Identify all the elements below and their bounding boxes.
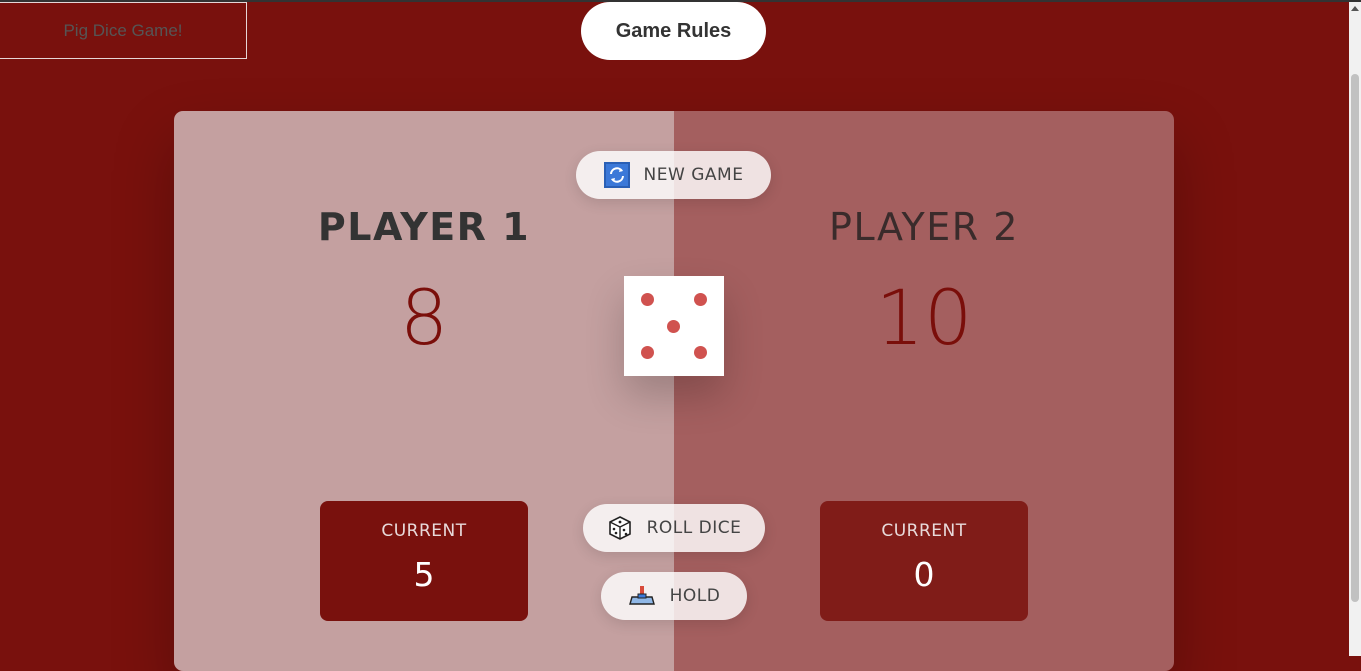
dice-dot [667,320,680,333]
scrollbar-thumb[interactable] [1351,74,1359,602]
player-2-current-score: 0 [913,555,935,594]
refresh-icon [603,162,630,188]
dice-dot [694,346,707,359]
hold-label: HOLD [669,586,721,606]
scroll-up-icon[interactable] [1351,6,1359,11]
player-1-current-label: CURRENT [381,521,467,541]
player-2-score: 10 [875,273,973,362]
player-1-current-score: 5 [413,555,435,594]
new-game-label: NEW GAME [643,165,744,185]
game-board: PLAYER 1 8 CURRENT 5 PLAYER 2 10 CURRENT… [174,111,1174,671]
new-game-button[interactable]: NEW GAME [576,151,771,199]
dice-dot [694,293,707,306]
roll-dice-button[interactable]: ROLL DICE [583,504,765,552]
hold-button[interactable]: HOLD [601,572,747,620]
player-1-score: 8 [399,273,449,362]
player-2-name: PLAYER 2 [829,205,1019,249]
game-rules-button[interactable]: Game Rules [581,2,766,60]
roll-dice-label: ROLL DICE [646,518,742,538]
dice-icon [607,515,633,541]
vertical-scrollbar[interactable] [1349,2,1361,656]
player-1-name: PLAYER 1 [317,205,531,249]
dice-dot [641,346,654,359]
dice [624,276,724,376]
player-2-current-box: CURRENT 0 [820,501,1028,621]
dice-dot [641,293,654,306]
player-2-current-label: CURRENT [881,521,967,541]
game-title: Pig Dice Game! [0,2,247,59]
hold-icon [628,585,656,607]
player-1-current-box: CURRENT 5 [320,501,528,621]
